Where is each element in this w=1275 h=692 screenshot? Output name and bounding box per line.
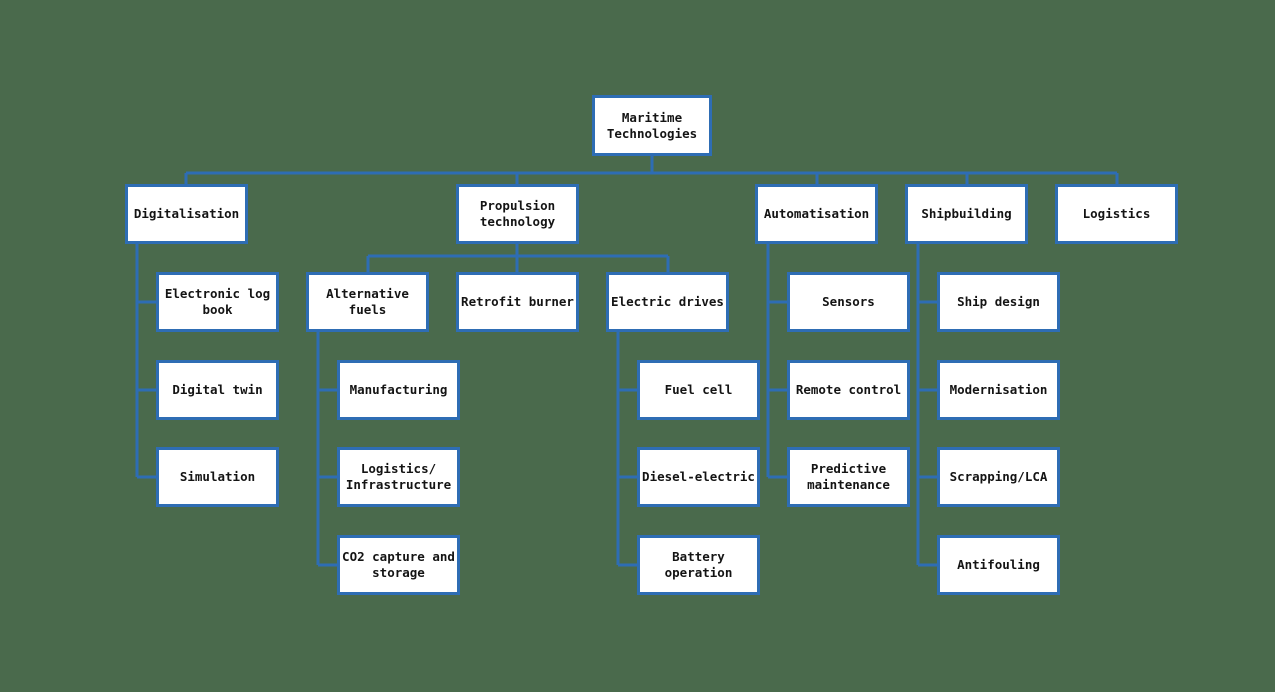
- node-automatisation[interactable]: Automatisation: [755, 184, 878, 244]
- node-shipbuilding[interactable]: Shipbuilding: [905, 184, 1028, 244]
- node-predictive[interactable]: Predictive maintenance: [787, 447, 910, 507]
- node-modernisation[interactable]: Modernisation: [937, 360, 1060, 420]
- diagram-canvas: Maritime Technologies Digitalisation Propu…: [0, 0, 1275, 692]
- node-remotecontrol[interactable]: Remote control: [787, 360, 910, 420]
- node-logisticsinfra[interactable]: Logistics/ Infrastructure: [337, 447, 460, 507]
- node-co2capture[interactable]: CO2 capture and storage: [337, 535, 460, 595]
- node-scrapping[interactable]: Scrapping/LCA: [937, 447, 1060, 507]
- node-dieselelectric[interactable]: Diesel-electric: [637, 447, 760, 507]
- node-shipdesign[interactable]: Ship design: [937, 272, 1060, 332]
- node-fuelcell[interactable]: Fuel cell: [637, 360, 760, 420]
- node-digitaltwin[interactable]: Digital twin: [156, 360, 279, 420]
- node-battery[interactable]: Battery operation: [637, 535, 760, 595]
- node-manufacturing[interactable]: Manufacturing: [337, 360, 460, 420]
- node-root[interactable]: Maritime Technologies: [592, 95, 712, 156]
- node-altfuels[interactable]: Alternative fuels: [306, 272, 429, 332]
- node-logistics[interactable]: Logistics: [1055, 184, 1178, 244]
- node-digitalisation[interactable]: Digitalisation: [125, 184, 248, 244]
- node-retrofit[interactable]: Retrofit burner: [456, 272, 579, 332]
- node-sensors[interactable]: Sensors: [787, 272, 910, 332]
- node-simulation[interactable]: Simulation: [156, 447, 279, 507]
- node-antifouling[interactable]: Antifouling: [937, 535, 1060, 595]
- node-elog[interactable]: Electronic log book: [156, 272, 279, 332]
- node-electricdrives[interactable]: Electric drives: [606, 272, 729, 332]
- node-propulsion[interactable]: Propulsion technology: [456, 184, 579, 244]
